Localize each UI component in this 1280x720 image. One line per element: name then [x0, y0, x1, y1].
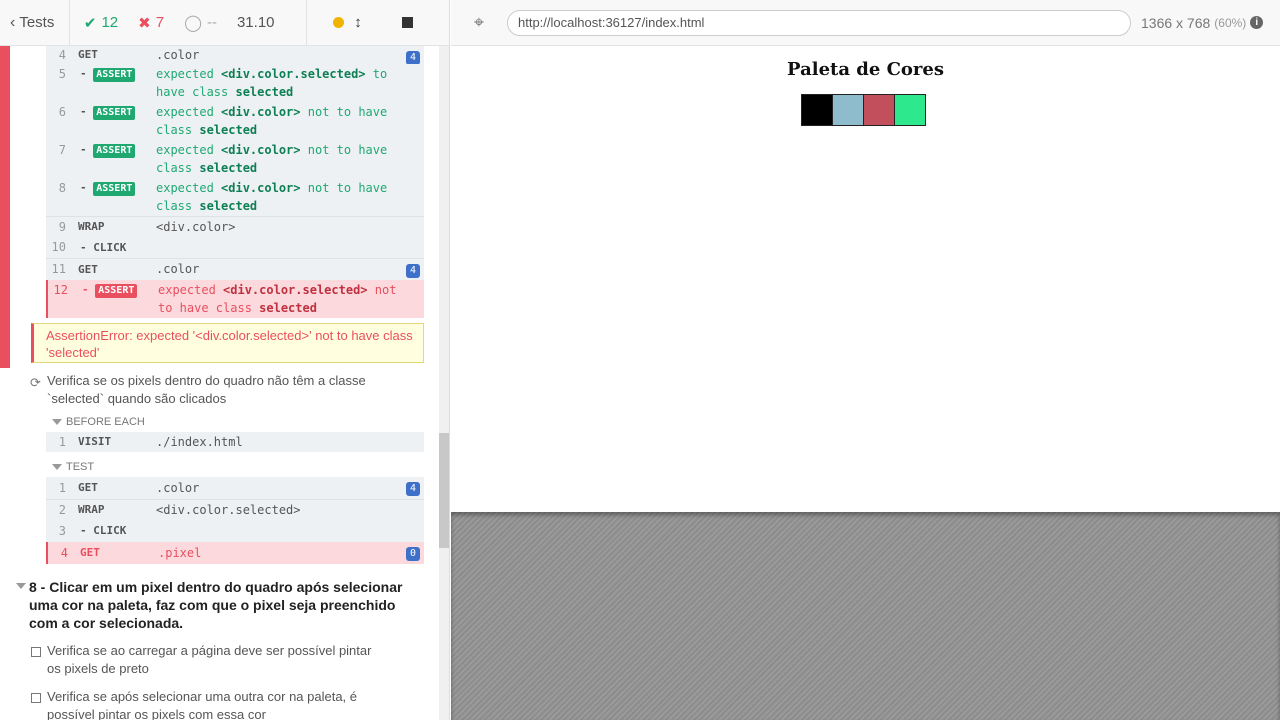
duration: 31.10 — [236, 14, 275, 31]
selector-playground-icon[interactable]: ⌖ — [451, 12, 507, 33]
caret-down-icon[interactable] — [16, 583, 26, 589]
pending-count: -- — [206, 14, 217, 31]
scrollbar-thumb[interactable] — [439, 433, 449, 548]
assert-tag: ASSERT — [95, 284, 138, 298]
palette-color[interactable] — [832, 94, 864, 126]
command-row[interactable]: 5 - ASSERT expected <div.color.selected>… — [46, 64, 424, 102]
stop-icon[interactable] — [401, 17, 413, 28]
check-icon: ✔ — [83, 14, 97, 32]
error-message[interactable]: AssertionError: expected '<div.color.sel… — [31, 323, 424, 363]
tests-label: Tests — [19, 14, 55, 31]
assert-tag: ASSERT — [93, 68, 136, 82]
passed-count: 12 — [101, 14, 119, 31]
x-icon: ✖ — [138, 14, 151, 32]
failed-stat[interactable]: ✖ 7 — [138, 14, 164, 32]
tests-button[interactable]: ‹ Tests — [0, 0, 70, 46]
controls: ↕ — [307, 0, 449, 46]
count-badge: 0 — [406, 547, 420, 561]
command-row[interactable]: 6 - ASSERT expected <div.color> not to h… — [46, 102, 424, 140]
test-hook[interactable]: TEST — [52, 461, 94, 473]
command-row[interactable]: 1 VISIT ./index.html — [46, 432, 424, 452]
before-each-hook[interactable]: BEFORE EACH — [52, 416, 145, 428]
scrollbar-track[interactable] — [439, 46, 449, 720]
command-row[interactable]: 8 - ASSERT expected <div.color> not to h… — [46, 178, 424, 216]
count-badge: 4 — [406, 482, 420, 496]
stats: ✔ 12 ✖ 7 ◯ -- 31.10 — [70, 0, 308, 46]
url-bar[interactable]: http://localhost:36127/index.html — [507, 9, 1131, 36]
assert-tag: ASSERT — [93, 106, 136, 120]
test-title[interactable]: Verifica se os pixels dentro do quadro n… — [47, 372, 387, 408]
running-indicator-icon — [333, 17, 345, 28]
square-icon — [31, 693, 41, 703]
color-palette — [801, 94, 926, 126]
pending-stat[interactable]: ◯ -- — [184, 13, 217, 33]
command-row[interactable]: 2 WRAP <div.color.selected> — [46, 499, 424, 520]
command-row[interactable]: 9 WRAP <div.color> — [46, 216, 424, 237]
circle-notch-icon: ◯ — [184, 14, 202, 32]
caret-down-icon — [52, 464, 62, 470]
command-row[interactable]: 1 GET .color 4 — [46, 477, 424, 499]
command-row[interactable]: 4 GET .color 4 — [46, 46, 424, 65]
aut-header: ⌖ http://localhost:36127/index.html 1366… — [451, 0, 1280, 46]
suite-title[interactable]: 8 - Clicar em um pixel dentro do quadro … — [29, 578, 419, 632]
refresh-icon: ⟳ — [30, 375, 41, 390]
url-text: http://localhost:36127/index.html — [518, 15, 705, 30]
test-title[interactable]: Verifica se ao carregar a página deve se… — [47, 642, 387, 678]
viewport-info[interactable]: 1366 x 768 (60%) i — [1141, 14, 1264, 31]
test-title[interactable]: Verifica se após selecionar uma outra co… — [47, 688, 387, 720]
viewport-size: 1366 x 768 — [1141, 14, 1211, 31]
caret-down-icon — [52, 419, 62, 425]
count-badge: 4 — [406, 264, 420, 278]
passed-stat[interactable]: ✔ 12 — [84, 14, 118, 32]
failed-test-indicator — [0, 46, 10, 368]
command-row-failed[interactable]: 12 - ASSERT expected <div.color.selected… — [46, 280, 424, 318]
reporter-panel: 4 GET .color 4 5 - ASSERT expected <div.… — [0, 46, 450, 720]
assert-tag: ASSERT — [93, 144, 136, 158]
count-badge: 4 — [406, 51, 420, 65]
failed-count: 7 — [155, 14, 165, 31]
palette-color[interactable] — [801, 94, 833, 126]
info-icon[interactable]: i — [1250, 16, 1264, 29]
command-row-failed[interactable]: 4 GET .pixel 0 — [46, 542, 424, 564]
command-row[interactable]: 3 - CLICK — [46, 520, 424, 542]
chevron-left-icon: ‹ — [10, 13, 16, 31]
aut-backdrop — [451, 512, 1280, 720]
auto-scroll-icon[interactable]: ↕ — [354, 14, 362, 31]
command-row[interactable]: 11 GET .color 4 — [46, 258, 424, 280]
reporter-header: ‹ Tests ✔ 12 ✖ 7 ◯ -- 31.10 ↕ — [0, 0, 450, 46]
command-row[interactable]: 10 - CLICK — [46, 237, 424, 258]
palette-color[interactable] — [894, 94, 926, 126]
square-icon — [31, 647, 41, 657]
palette-color[interactable] — [863, 94, 895, 126]
command-row[interactable]: 7 - ASSERT expected <div.color> not to h… — [46, 140, 424, 178]
page-title: Paleta de Cores — [787, 59, 944, 80]
app-under-test: Paleta de Cores — [451, 46, 1280, 512]
viewport-scale: (60%) — [1214, 15, 1247, 30]
assert-tag: ASSERT — [93, 182, 136, 196]
